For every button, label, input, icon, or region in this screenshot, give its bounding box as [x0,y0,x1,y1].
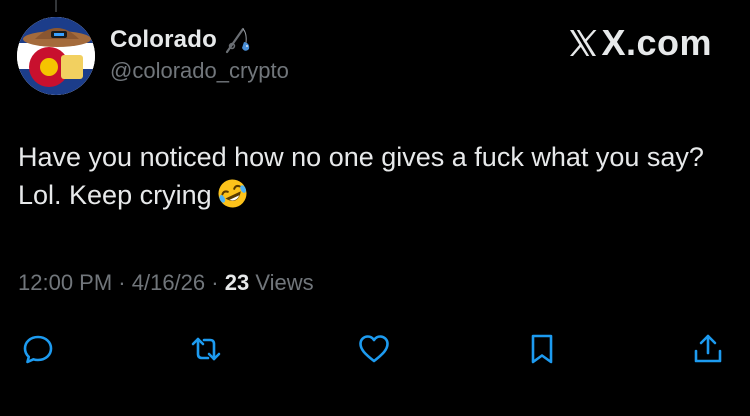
meta-separator: · [205,270,225,295]
tweet-actions-bar [0,329,750,373]
share-icon [694,334,722,363]
tweet-meta: 12:00 PM · 4/16/26 · 23 Views [18,270,314,296]
author-name-row: Colorado [110,25,253,55]
tweet-date[interactable]: 4/16/26 [132,270,205,295]
views-count: 23 [224,270,250,295]
rolling-on-floor-laughing-emoji-icon [216,177,249,210]
tweet-text-body: Have you noticed how no one gives a fuck… [18,142,704,210]
author-handle[interactable]: @colorado_crypto [110,58,289,84]
tweet-time[interactable]: 12:00 PM [18,270,112,295]
brand-text: X.com [601,22,712,63]
share-button[interactable] [688,329,728,369]
brand-watermark: X.com [567,22,712,64]
meta-separator: · [112,270,132,295]
avatar[interactable] [17,17,95,95]
thread-connector-line [55,0,57,12]
retweet-button[interactable] [186,329,226,369]
reply-icon [23,335,53,364]
fishing-pole-icon [223,25,253,55]
tweet-text: Have you noticed how no one gives a fuck… [18,138,730,214]
x-logo-icon [570,30,597,56]
heart-icon [359,335,389,363]
views-label: Views [255,270,314,295]
bookmark-button[interactable] [522,329,562,369]
reply-button[interactable] [18,329,58,369]
colorado-flag-avatar-icon [17,17,95,95]
bookmark-icon [531,334,553,364]
retweet-icon [191,337,221,361]
like-button[interactable] [354,329,394,369]
author-display-name[interactable]: Colorado [110,26,217,54]
